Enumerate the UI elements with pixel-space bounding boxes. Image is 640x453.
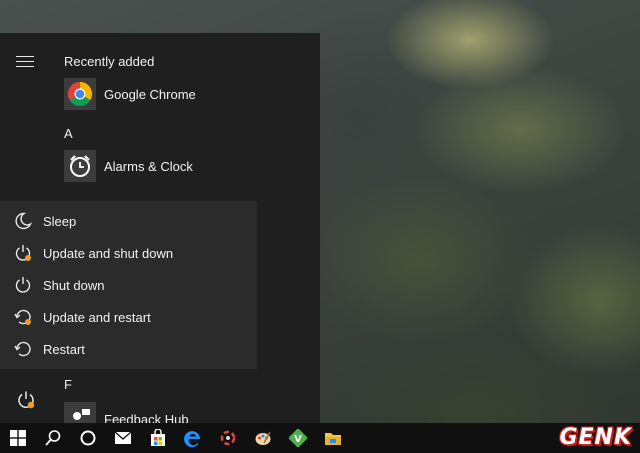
power-item-update-shut-down[interactable]: Update and shut down bbox=[0, 237, 257, 269]
moon-icon bbox=[15, 212, 33, 230]
windows-start-icon[interactable] bbox=[0, 423, 35, 453]
power-item-label: Restart bbox=[43, 341, 85, 357]
letter-header-a[interactable]: A bbox=[64, 126, 73, 141]
mail-icon[interactable] bbox=[105, 423, 140, 453]
app-label: Feedback Hub bbox=[104, 412, 189, 423]
power-item-label: Update and restart bbox=[43, 309, 151, 325]
hamburger-menu-icon[interactable] bbox=[16, 56, 34, 68]
app-item-alarms-clock[interactable]: Alarms & Clock bbox=[64, 150, 193, 182]
alarm-clock-icon bbox=[64, 150, 96, 182]
power-item-shut-down[interactable]: Shut down bbox=[0, 269, 257, 301]
cortana-icon[interactable] bbox=[70, 423, 105, 453]
app-icon[interactable] bbox=[210, 423, 245, 453]
search-icon[interactable] bbox=[35, 423, 70, 453]
edge-icon[interactable] bbox=[175, 423, 210, 453]
restart-icon bbox=[14, 341, 31, 357]
taskbar: V bbox=[0, 423, 640, 453]
app-item-feedback-hub[interactable]: Feedback Hub bbox=[64, 402, 189, 423]
power-item-update-restart[interactable]: Update and restart bbox=[0, 301, 257, 333]
power-item-sleep[interactable]: Sleep bbox=[0, 205, 257, 237]
paint-icon[interactable] bbox=[245, 423, 280, 453]
chrome-icon bbox=[64, 78, 96, 110]
power-options-menu: Sleep Update and shut down Shut down Upd… bbox=[0, 201, 257, 369]
app-label: Alarms & Clock bbox=[104, 158, 193, 174]
file-explorer-icon[interactable] bbox=[315, 423, 350, 453]
vim-icon[interactable]: V bbox=[280, 423, 315, 453]
power-item-label: Sleep bbox=[43, 213, 77, 229]
power-update-icon bbox=[15, 245, 31, 261]
recently-added-header: Recently added bbox=[64, 54, 155, 69]
power-icon bbox=[15, 277, 31, 293]
store-icon[interactable] bbox=[140, 423, 175, 453]
watermark-logo: GENK bbox=[559, 425, 632, 450]
power-item-label: Update and shut down bbox=[43, 245, 174, 261]
power-item-label: Shut down bbox=[43, 277, 105, 293]
letter-header-f[interactable]: F bbox=[64, 377, 72, 392]
app-label: Google Chrome bbox=[104, 86, 196, 102]
svg-text:V: V bbox=[294, 434, 302, 445]
restart-update-icon bbox=[14, 309, 31, 325]
power-item-restart[interactable]: Restart bbox=[0, 333, 257, 365]
feedback-hub-icon bbox=[64, 402, 96, 423]
power-update-icon[interactable] bbox=[14, 388, 38, 412]
app-item-google-chrome[interactable]: Google Chrome bbox=[64, 78, 196, 110]
